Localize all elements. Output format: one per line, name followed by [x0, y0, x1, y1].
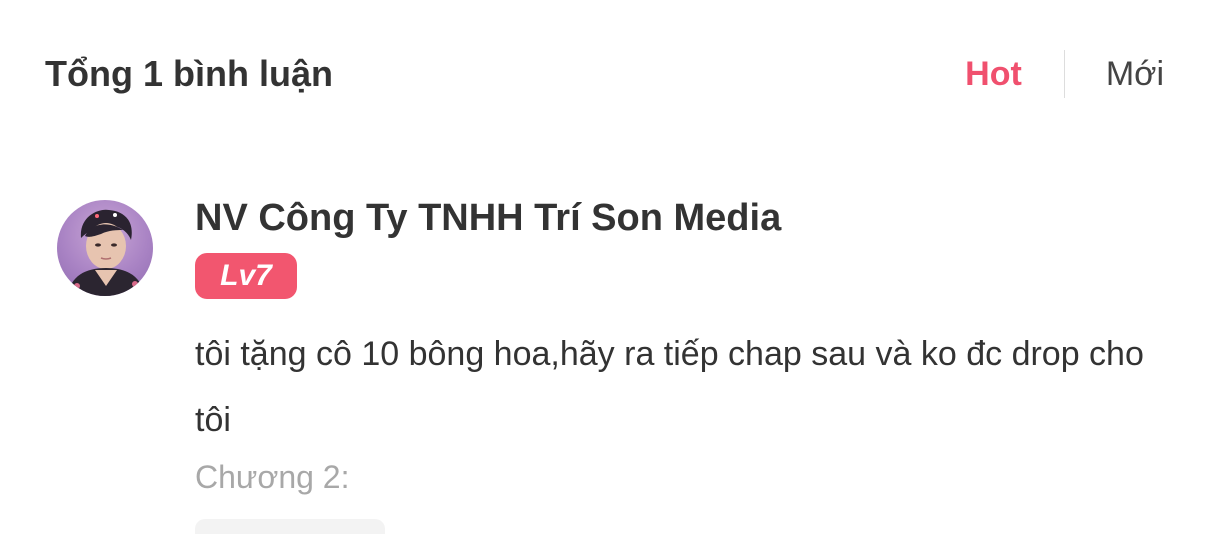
reply-button[interactable] — [195, 519, 385, 534]
username[interactable]: NV Công Ty TNHH Trí Son Media — [195, 196, 1175, 240]
level-badge: Lv7 — [195, 253, 297, 299]
comments-header: Tổng 1 bình luận Hot Mới — [0, 0, 1206, 150]
sort-tabs: Hot Mới — [965, 50, 1164, 98]
avatar-image — [67, 209, 145, 296]
chapter-label[interactable]: Chương 2: — [195, 455, 1175, 499]
comment-body: NV Công Ty TNHH Trí Son Media Lv7 tôi tặ… — [195, 196, 1175, 534]
comments-page: Tổng 1 bình luận Hot Mới NV Công Ty TNHH… — [0, 0, 1206, 534]
sort-tab-hot[interactable]: Hot — [965, 50, 1022, 98]
sort-tab-new[interactable]: Mới — [1106, 50, 1164, 98]
avatar[interactable] — [57, 200, 153, 296]
comment-text: tôi tặng cô 10 bông hoa,hãy ra tiếp chap… — [195, 335, 1144, 439]
sort-divider — [1063, 50, 1065, 98]
comment-count-title: Tổng 1 bình luận — [45, 53, 333, 94]
